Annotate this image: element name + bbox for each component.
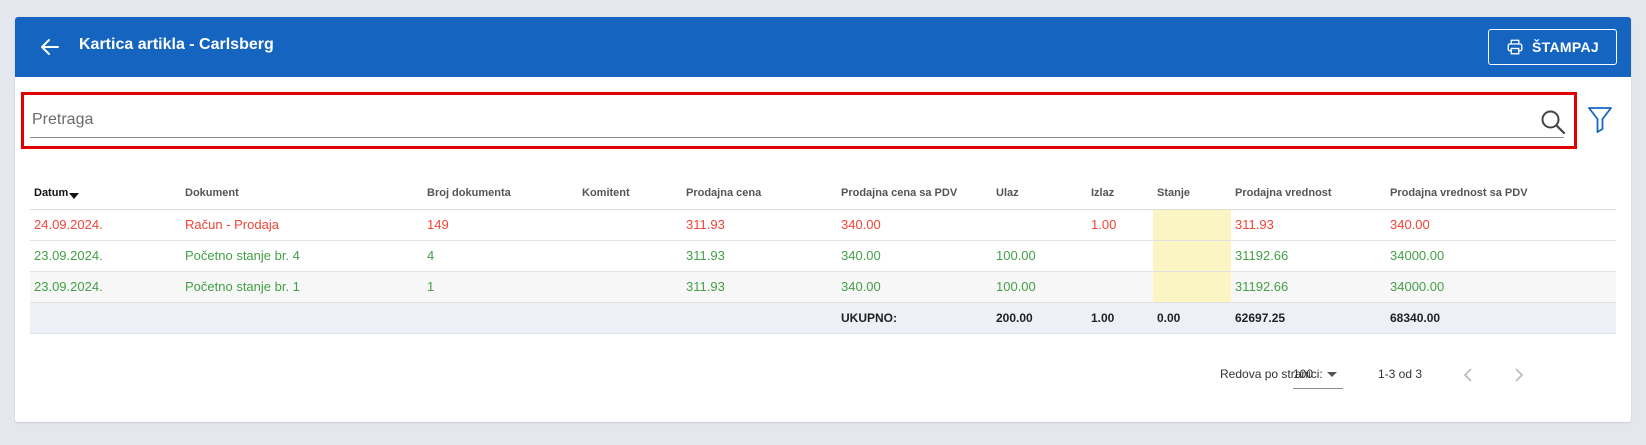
total-izlaz: 1.00 (1087, 302, 1153, 334)
cell-stanje (1153, 209, 1231, 241)
cell-prodajna-vrednost-sa-pdv: 34000.00 (1386, 271, 1616, 303)
totals-row: UKUPNO: 200.00 1.00 0.00 62697.25 68340.… (30, 302, 1616, 334)
table-row[interactable]: 24.09.2024. Račun - Prodaja 149 311.93 3… (30, 209, 1616, 241)
rows-per-page-select[interactable]: 100 (1293, 359, 1343, 389)
printer-icon (1507, 39, 1523, 55)
cell-datum: 24.09.2024. (30, 209, 181, 241)
column-header-izlaz[interactable]: Izlaz (1087, 177, 1153, 210)
filter-icon[interactable] (1587, 105, 1613, 135)
print-button[interactable]: ŠTAMPAJ (1488, 29, 1617, 65)
chevron-right-icon (1515, 368, 1524, 382)
cell-stanje (1153, 240, 1231, 272)
table-row[interactable]: 23.09.2024. Početno stanje br. 1 1 311.9… (30, 271, 1616, 303)
article-card-table: Datum Dokument Broj dokumenta Komitent P… (30, 177, 1616, 334)
cell-prodajna-cena-sa-pdv: 340.00 (837, 271, 992, 303)
next-page-button[interactable] (1506, 363, 1530, 387)
cell-prodajna-cena: 311.93 (682, 209, 837, 241)
cell-komitent (578, 209, 682, 241)
total-prodajna-vrednost: 62697.25 (1231, 302, 1386, 334)
cell-broj-dokumenta: 149 (423, 209, 578, 241)
cell-prodajna-cena-sa-pdv: 340.00 (837, 209, 992, 241)
previous-page-button[interactable] (1457, 363, 1481, 387)
cell-dokument: Račun - Prodaja (181, 209, 423, 241)
column-header-broj-dokumenta[interactable]: Broj dokumenta (423, 177, 578, 210)
cell-prodajna-vrednost-sa-pdv: 340.00 (1386, 209, 1616, 241)
table-pagination: Redova po stranici: 100 1-3 od 3 (15, 359, 1631, 391)
table-header-row: Datum Dokument Broj dokumenta Komitent P… (30, 177, 1616, 210)
sort-desc-icon (69, 192, 80, 199)
cell-ulaz (992, 209, 1087, 241)
column-header-ulaz[interactable]: Ulaz (992, 177, 1087, 210)
search-input[interactable] (30, 103, 1564, 138)
cell-izlaz (1087, 240, 1153, 272)
cell-datum: 23.09.2024. (30, 240, 181, 272)
cell-ulaz: 100.00 (992, 240, 1087, 272)
cell-broj-dokumenta: 4 (423, 240, 578, 272)
cell-izlaz: 1.00 (1087, 209, 1153, 241)
column-header-dokument[interactable]: Dokument (181, 177, 423, 210)
page-range-text: 1-3 od 3 (1378, 367, 1423, 381)
search-highlight-box (21, 92, 1577, 149)
column-header-prodajna-cena[interactable]: Prodajna cena (682, 177, 837, 210)
column-header-prodajna-cena-sa-pdv[interactable]: Prodajna cena sa PDV (837, 177, 992, 210)
page-title: Kartica artikla - Carlsberg (79, 36, 274, 53)
cell-prodajna-vrednost: 311.93 (1231, 209, 1386, 241)
back-button[interactable] (33, 31, 67, 63)
total-stanje: 0.00 (1153, 302, 1231, 334)
cell-prodajna-cena: 311.93 (682, 271, 837, 303)
column-header-prodajna-vrednost-sa-pdv[interactable]: Prodajna vrednost sa PDV (1386, 177, 1616, 210)
cell-datum: 23.09.2024. (30, 271, 181, 303)
column-header-stanje[interactable]: Stanje (1153, 177, 1231, 210)
cell-prodajna-vrednost-sa-pdv: 34000.00 (1386, 240, 1616, 272)
cell-komitent (578, 240, 682, 272)
article-card-panel: Kartica artikla - Carlsberg ŠTAMPAJ D (15, 17, 1631, 422)
cell-ulaz: 100.00 (992, 271, 1087, 303)
search-icon[interactable] (1540, 109, 1566, 135)
cell-izlaz (1087, 271, 1153, 303)
cell-dokument: Početno stanje br. 1 (181, 271, 423, 303)
cell-prodajna-cena: 311.93 (682, 240, 837, 272)
chevron-left-icon (1463, 368, 1472, 382)
cell-komitent (578, 271, 682, 303)
cell-prodajna-cena-sa-pdv: 340.00 (837, 240, 992, 272)
print-button-label: ŠTAMPAJ (1532, 39, 1599, 55)
totals-label: UKUPNO: (837, 302, 992, 334)
app-bar: Kartica artikla - Carlsberg ŠTAMPAJ (15, 17, 1631, 77)
total-ulaz: 200.00 (992, 302, 1087, 334)
cell-prodajna-vrednost: 31192.66 (1231, 271, 1386, 303)
arrow-left-icon (41, 39, 59, 55)
column-header-prodajna-vrednost[interactable]: Prodajna vrednost (1231, 177, 1386, 210)
table-row[interactable]: 23.09.2024. Početno stanje br. 4 4 311.9… (30, 240, 1616, 272)
cell-prodajna-vrednost: 31192.66 (1231, 240, 1386, 272)
column-header-datum[interactable]: Datum (30, 177, 181, 210)
cell-stanje (1153, 271, 1231, 303)
total-prodajna-vrednost-sa-pdv: 68340.00 (1386, 302, 1616, 334)
cell-broj-dokumenta: 1 (423, 271, 578, 303)
cell-dokument: Početno stanje br. 4 (181, 240, 423, 272)
column-header-komitent[interactable]: Komitent (578, 177, 682, 210)
caret-down-icon (1327, 372, 1337, 377)
rows-per-page-value: 100 (1293, 367, 1314, 381)
